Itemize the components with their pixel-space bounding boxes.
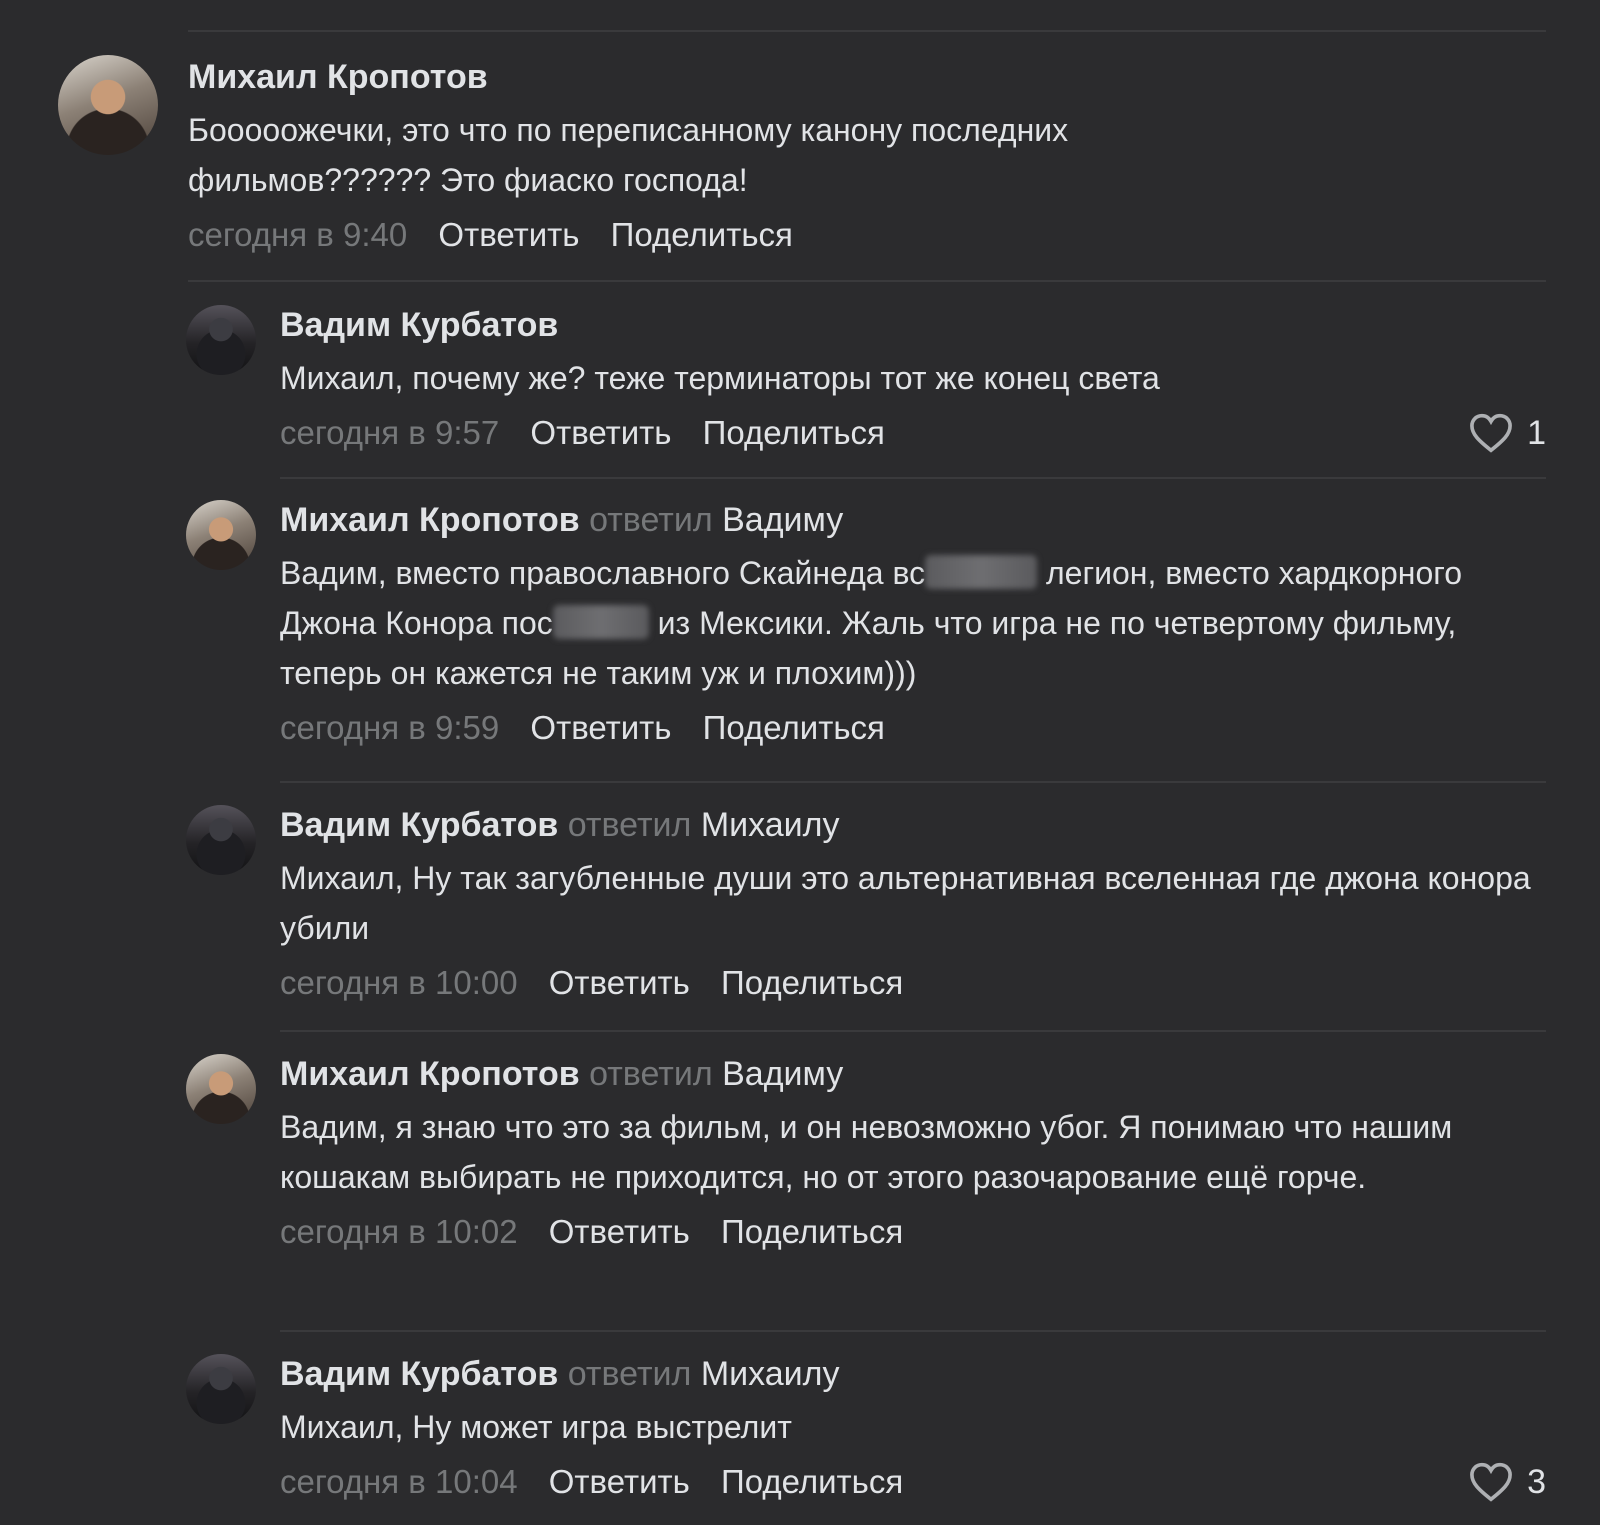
reply-button[interactable]: Ответить	[530, 709, 671, 746]
comment-meta: сегодня в 10:04 Ответить Поделиться 3	[280, 1456, 1546, 1508]
like-button[interactable]: 3	[1469, 1456, 1546, 1508]
author-name[interactable]: Вадим Курбатов	[280, 306, 558, 344]
share-button[interactable]: Поделиться	[721, 964, 903, 1001]
share-button[interactable]: Поделиться	[721, 1213, 903, 1250]
author-name[interactable]: Михаил Кропотов	[280, 501, 580, 539]
comment-divider	[188, 280, 1546, 282]
comment-time[interactable]: сегодня в 10:04	[280, 1463, 518, 1500]
comment-text: Михаил, Ну может игра выстрелит	[280, 1409, 792, 1445]
heart-icon	[1470, 1462, 1512, 1502]
author-line: Михаил Кропотов ответил Вадиму	[280, 1052, 1546, 1096]
share-button[interactable]: Поделиться	[703, 414, 885, 451]
comment-text: Михаил, почему же? теже терминаторы тот …	[280, 360, 1160, 396]
comment-divider	[280, 1330, 1546, 1332]
blurred-word	[925, 555, 1038, 589]
like-count: 1	[1527, 414, 1546, 452]
comment-meta: сегодня в 9:59 Ответить Поделиться	[280, 702, 1546, 754]
avatar[interactable]	[186, 1054, 256, 1124]
reply-to-name[interactable]: Вадиму	[722, 501, 843, 539]
author-name[interactable]: Вадим Курбатов	[280, 1355, 558, 1393]
blurred-word	[552, 605, 649, 639]
like-count: 3	[1527, 1463, 1546, 1501]
top-divider	[188, 30, 1546, 32]
comment-body: Михаил Кропотов Бооооожечки, это что по …	[188, 55, 1546, 261]
avatar[interactable]	[186, 805, 256, 875]
avatar[interactable]	[58, 55, 158, 155]
replied-label: ответил	[589, 1055, 713, 1093]
comment-time[interactable]: сегодня в 10:00	[280, 964, 518, 1001]
share-button[interactable]: Поделиться	[703, 709, 885, 746]
heart-icon	[1470, 413, 1512, 453]
comment-meta: сегодня в 9:40 Ответить Поделиться	[188, 209, 1546, 261]
share-button[interactable]: Поделиться	[611, 216, 793, 253]
comment-divider	[280, 1030, 1546, 1032]
replied-label: ответил	[567, 1355, 692, 1393]
comment-text: Михаил, Ну так загубленные души это альт…	[280, 860, 1531, 946]
author-name[interactable]: Михаил Кропотов	[188, 58, 488, 96]
comment-meta: сегодня в 9:57 Ответить Поделиться 1	[280, 407, 1546, 459]
author-name[interactable]: Михаил Кропотов	[280, 1055, 580, 1093]
author-name[interactable]: Вадим Курбатов	[280, 806, 558, 844]
author-line: Михаил Кропотов ответил Вадиму	[280, 498, 1546, 542]
like-button[interactable]: 1	[1469, 407, 1546, 459]
comment-body: Михаил Кропотов ответил Вадиму Вадим, я …	[280, 1052, 1546, 1258]
replied-label: ответил	[589, 501, 713, 539]
comment-body: Вадим Курбатов ответил Михаилу Михаил, Н…	[280, 803, 1546, 1009]
comment-meta: сегодня в 10:02 Ответить Поделиться	[280, 1206, 1546, 1258]
comment-time[interactable]: сегодня в 10:02	[280, 1213, 518, 1250]
comment-text: Бооооожечки, это что по переписанному ка…	[188, 112, 1069, 198]
reply-to-name[interactable]: Михаилу	[701, 1355, 840, 1393]
comment-time[interactable]: сегодня в 9:40	[188, 216, 407, 253]
comment-body: Вадим Курбатов Михаил, почему же? теже т…	[280, 303, 1546, 459]
reply-to-name[interactable]: Михаилу	[701, 806, 840, 844]
comment-body: Вадим Курбатов ответил Михаилу Михаил, Н…	[280, 1352, 1546, 1508]
author-line: Вадим Курбатов ответил Михаилу	[280, 803, 1546, 847]
comment-body: Михаил Кропотов ответил Вадиму Вадим, вм…	[280, 498, 1546, 754]
comment-text: Вадим, я знаю что это за фильм, и он нев…	[280, 1109, 1453, 1195]
reply-button[interactable]: Ответить	[530, 414, 671, 451]
comment-divider	[280, 477, 1546, 479]
replied-label: ответил	[567, 806, 692, 844]
comment-time[interactable]: сегодня в 9:57	[280, 414, 499, 451]
reply-button[interactable]: Ответить	[438, 216, 579, 253]
reply-button[interactable]: Ответить	[549, 964, 690, 1001]
comment-text: Вадим, вместо православного Скайнеда вс …	[280, 548, 1546, 698]
author-line: Вадим Курбатов	[280, 303, 1546, 347]
avatar[interactable]	[186, 1354, 256, 1424]
reply-button[interactable]: Ответить	[549, 1213, 690, 1250]
comment-divider	[280, 781, 1546, 783]
comment-time[interactable]: сегодня в 9:59	[280, 709, 499, 746]
reply-to-name[interactable]: Вадиму	[722, 1055, 843, 1093]
share-button[interactable]: Поделиться	[721, 1463, 903, 1500]
avatar[interactable]	[186, 500, 256, 570]
author-line: Вадим Курбатов ответил Михаилу	[280, 1352, 1546, 1396]
avatar[interactable]	[186, 305, 256, 375]
comment-text-part: Вадим, вместо православного Скайнеда вс	[280, 555, 926, 591]
author-line: Михаил Кропотов	[188, 55, 1546, 99]
comment-meta: сегодня в 10:00 Ответить Поделиться	[280, 957, 1546, 1009]
reply-button[interactable]: Ответить	[549, 1463, 690, 1500]
